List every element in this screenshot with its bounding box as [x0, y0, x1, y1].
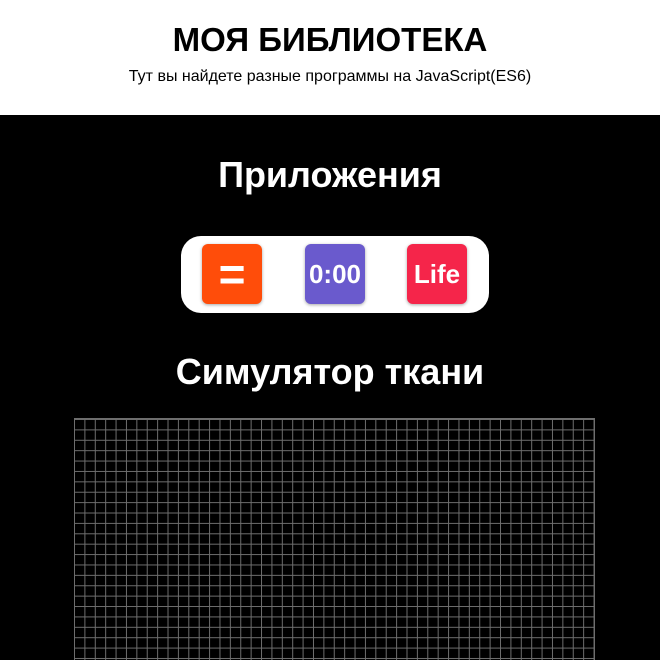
timer-app-button[interactable]: 0:00	[305, 244, 365, 304]
page-subtitle: Тут вы найдете разные программы на JavaS…	[128, 68, 532, 85]
calculator-app-button[interactable]: =	[202, 244, 262, 304]
cloth-simulator-title: Симулятор ткани	[175, 351, 485, 392]
page-title: МОЯ БИБЛИОТЕКА	[172, 21, 488, 58]
page-header: МОЯ БИБЛИОТЕКА Тут вы найдете разные про…	[0, 0, 660, 115]
apps-bar: = 0:00 Life	[181, 236, 489, 313]
cloth-simulator-canvas[interactable]	[74, 418, 595, 660]
apps-section-title: Приложения	[218, 154, 442, 195]
life-app-button[interactable]: Life	[407, 244, 467, 304]
